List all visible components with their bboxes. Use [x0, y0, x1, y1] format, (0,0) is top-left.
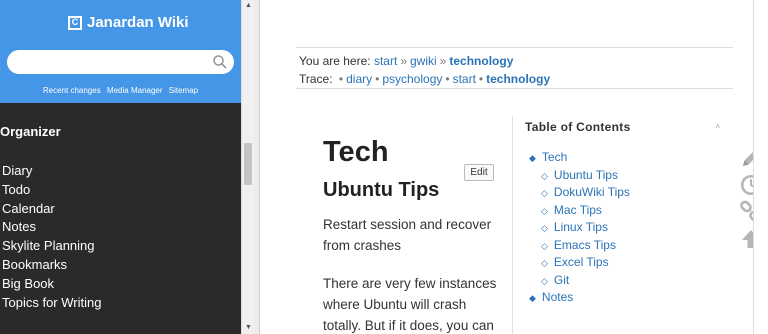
breadcrumb-separator: » — [400, 54, 407, 68]
toc-bullet-icon: ◇ — [541, 188, 548, 198]
sidebar-nav: Diary Todo Calendar Notes Skylite Planni… — [2, 162, 101, 312]
right-edge-panel — [753, 0, 768, 334]
toc-link[interactable]: Tech — [542, 150, 567, 164]
toc-bullet-icon: ◆ — [529, 293, 536, 303]
toc-item: ◇ Git — [529, 272, 630, 290]
toc-link[interactable]: Git — [554, 273, 569, 287]
toc-bullet-icon: ◇ — [541, 170, 548, 181]
sidebar-item-bookmarks[interactable]: Bookmarks — [2, 256, 101, 275]
toc-bullet-icon: ◇ — [541, 205, 548, 216]
breadcrumb-bottom-divider — [296, 88, 733, 89]
scrollbar-thumb[interactable] — [244, 143, 252, 185]
trace-link-technology[interactable]: technology — [486, 72, 550, 86]
recent-changes-link[interactable]: Recent changes — [43, 86, 101, 95]
you-are-here-label: You are here: — [299, 54, 371, 68]
breadcrumb-link-technology[interactable]: technology — [449, 54, 513, 68]
sidebar-tools-links: Recent changes Media Manager Sitemap — [0, 86, 241, 95]
toc-link[interactable]: Emacs Tips — [554, 238, 616, 252]
sidebar-item-todo[interactable]: Todo — [2, 181, 101, 200]
table-of-contents: Table of Contents ˄ ◆ Tech ◇ Ubuntu Tips ◇ Do… — [512, 116, 734, 334]
trace-separator: • — [445, 72, 450, 86]
content-paragraph: There are very few instances where Ubunt… — [323, 276, 497, 333]
breadcrumb-top-divider — [296, 47, 733, 48]
edit-section-button[interactable]: Edit — [464, 164, 494, 181]
breadcrumb-link-gwiki[interactable]: gwiki — [410, 54, 437, 68]
toc-item: ◇ Linux Tips — [529, 219, 630, 237]
toc-item: ◇ Excel Tips — [529, 254, 630, 272]
sidebar-section-title: Organizer — [0, 124, 61, 139]
panel-divider — [254, 0, 260, 334]
sidebar-header: C Janardan Wiki Recent changes Media Man… — [0, 0, 241, 103]
breadcrumb-link-start[interactable]: start — [374, 54, 397, 68]
toc-link[interactable]: Excel Tips — [554, 255, 609, 269]
sidebar: C Janardan Wiki Recent changes Media Man… — [0, 0, 241, 334]
media-manager-link[interactable]: Media Manager — [107, 86, 163, 95]
toc-bullet-icon: ◆ — [529, 153, 536, 163]
sidebar-scrollbar[interactable]: ▲ ▼ — [241, 0, 254, 334]
toc-item: ◆ Tech — [529, 149, 630, 167]
toc-item: ◇ Emacs Tips — [529, 237, 630, 255]
toc-link[interactable]: Mac Tips — [554, 203, 602, 217]
breadcrumb-separator: » — [439, 54, 447, 68]
sidebar-item-big-book[interactable]: Big Book — [2, 275, 101, 294]
breadcrumb: You are here: start» gwiki» technology Tra… — [299, 52, 550, 88]
trace-separator: • — [338, 72, 344, 86]
toc-list: ◆ Tech ◇ Ubuntu Tips ◇ DokuWiki Tips ◇ Mac Tips… — [529, 149, 630, 307]
toc-item: ◇ DokuWiki Tips — [529, 184, 630, 202]
trace-link-diary[interactable]: diary — [346, 72, 372, 86]
toc-item: ◆ Notes — [529, 289, 630, 307]
toc-link[interactable]: Ubuntu Tips — [554, 168, 618, 182]
wiki-logo-icon: C — [68, 15, 82, 30]
trace-link-psychology[interactable]: psychology — [382, 72, 442, 86]
toc-bullet-icon: ◇ — [541, 240, 548, 251]
toc-bullet-icon: ◇ — [541, 275, 548, 286]
wiki-title[interactable]: C Janardan Wiki — [68, 14, 189, 31]
toc-link[interactable]: DokuWiki Tips — [554, 185, 630, 199]
sidebar-item-topics-for-writing[interactable]: Topics for Writing — [2, 294, 101, 313]
search-input[interactable] — [7, 50, 234, 74]
sidebar-item-calendar[interactable]: Calendar — [2, 200, 101, 219]
trace-row: Trace: • diary • psychology • start • technolog… — [299, 70, 550, 88]
wiki-title-text: Janardan Wiki — [87, 14, 189, 31]
toc-bullet-icon: ◇ — [541, 223, 548, 233]
trace-separator: • — [375, 72, 380, 86]
trace-separator: • — [478, 72, 484, 86]
content-paragraph: Restart session and recover from crashes — [323, 217, 492, 253]
search-icon[interactable] — [212, 54, 228, 70]
toc-link[interactable]: Linux Tips — [554, 220, 608, 234]
toc-item: ◇ Mac Tips — [529, 202, 630, 220]
trace-label: Trace: — [299, 72, 333, 86]
sidebar-item-notes[interactable]: Notes — [2, 218, 101, 237]
toc-title[interactable]: Table of Contents — [525, 120, 631, 134]
you-are-here-row: You are here: start» gwiki» technology — [299, 52, 550, 70]
toc-item: ◇ Ubuntu Tips — [529, 167, 630, 185]
sidebar-item-diary[interactable]: Diary — [2, 162, 101, 181]
toc-collapse-icon[interactable]: ˄ — [715, 122, 720, 131]
toc-bullet-icon: ◇ — [541, 258, 548, 268]
sidebar-item-skylite-planning[interactable]: Skylite Planning — [2, 237, 101, 256]
trace-link-start[interactable]: start — [453, 72, 476, 86]
sitemap-link[interactable]: Sitemap — [169, 86, 198, 95]
toc-link[interactable]: Notes — [542, 290, 573, 304]
